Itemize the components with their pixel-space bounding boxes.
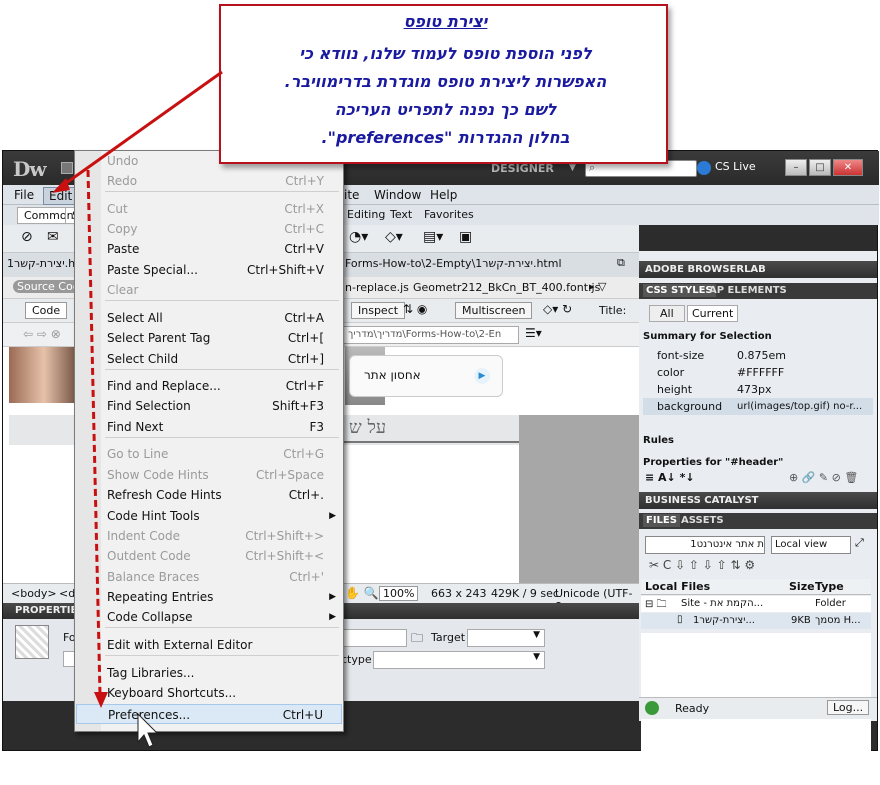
arrowhead-preferences bbox=[94, 692, 108, 708]
arrow-to-preferences bbox=[86, 169, 102, 695]
arrow-to-edit-menu bbox=[61, 70, 223, 188]
annotation-arrows bbox=[52, 70, 223, 748]
mouse-cursor-icon bbox=[137, 712, 159, 748]
arrowhead-edit bbox=[52, 178, 70, 193]
